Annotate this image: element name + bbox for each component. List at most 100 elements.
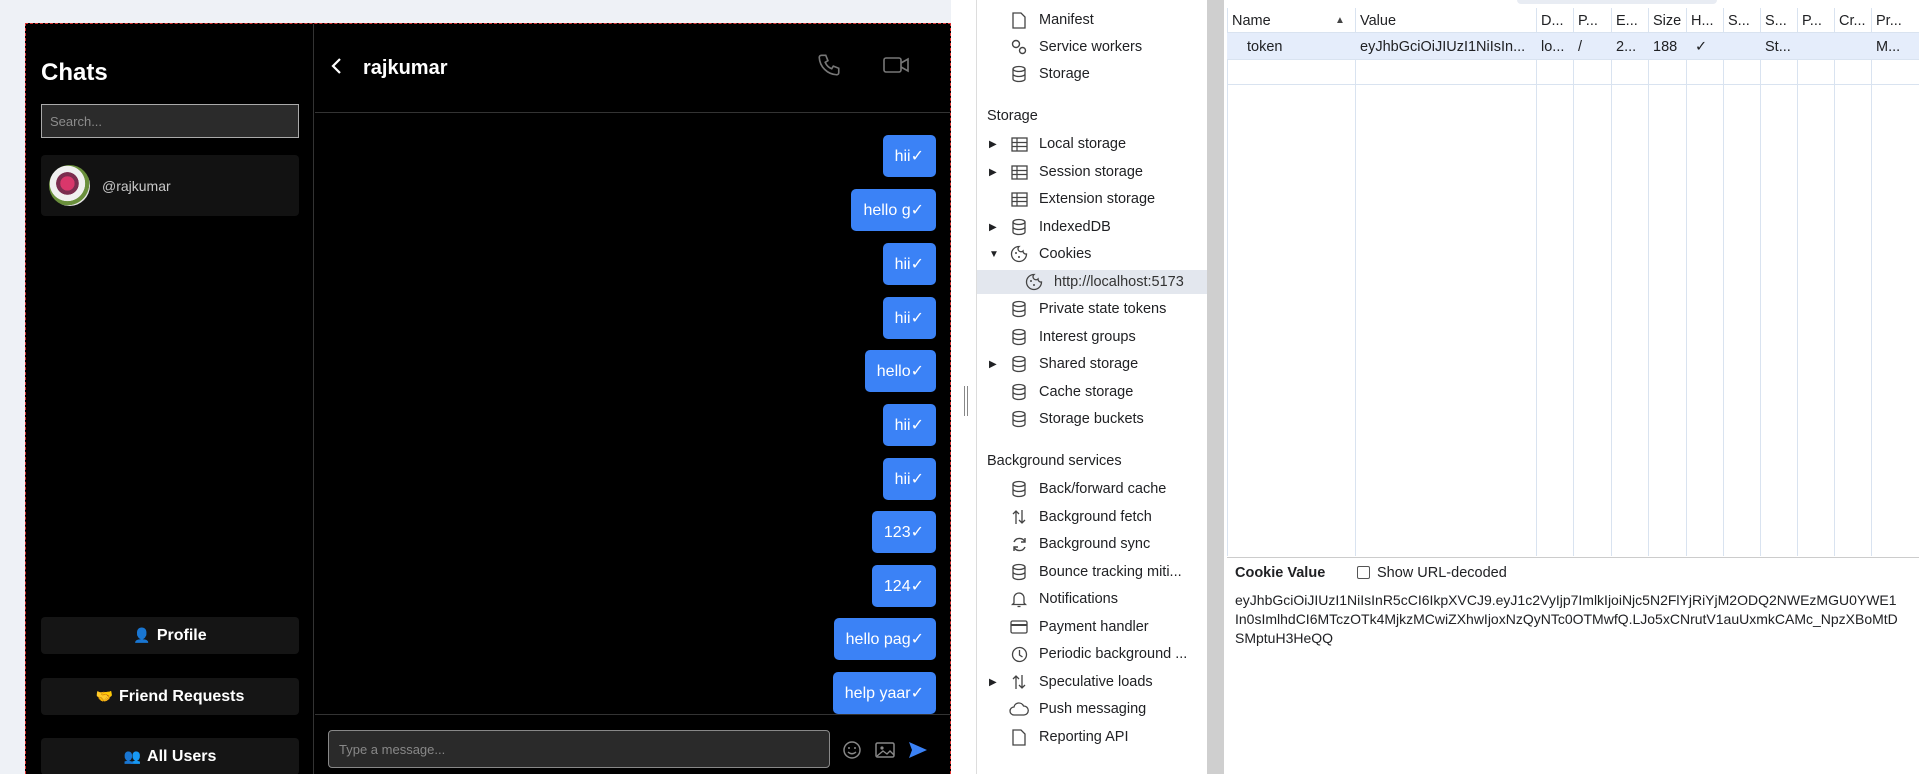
tree-item-interest-groups[interactable]: Interest groups xyxy=(977,325,1207,349)
column-header-name[interactable]: Name ▲ xyxy=(1227,10,1355,32)
tree-item-session-storage[interactable]: ▶ Session storage xyxy=(977,160,1207,184)
back-arrow-icon[interactable] xyxy=(329,56,345,76)
tree-item-storage-buckets[interactable]: Storage buckets xyxy=(977,407,1207,431)
profile-button-label: Profile xyxy=(156,626,207,644)
cookie-value-title: Cookie Value xyxy=(1235,565,1326,581)
up-down-arrows-icon xyxy=(1009,508,1029,526)
clock-icon xyxy=(1009,645,1029,663)
filter-bar-edge xyxy=(1477,0,1919,8)
expand-arrow-icon[interactable]: ▶ xyxy=(989,359,997,370)
column-header-partition-key[interactable]: P... xyxy=(1797,10,1834,32)
storage-section-heading: Storage xyxy=(987,108,1038,124)
column-header-priority[interactable]: Pr... xyxy=(1871,10,1911,32)
message-bubble: hello pag✓ xyxy=(833,618,936,660)
show-url-decoded-checkbox[interactable] xyxy=(1357,566,1370,579)
tree-item-notifications[interactable]: Notifications xyxy=(977,587,1207,611)
video-call-icon[interactable] xyxy=(882,54,910,76)
cookie-value-text: eyJhbGciOiJIUzI1NiIsInR5cCI6IkpXVCJ9.eyJ… xyxy=(1235,592,1898,646)
tree-item-reporting-api[interactable]: Reporting API xyxy=(977,725,1207,749)
friend-requests-button[interactable]: 🤝 Friend Requests xyxy=(41,678,299,715)
column-header-httponly[interactable]: H... xyxy=(1686,10,1723,32)
sort-ascending-icon: ▲ xyxy=(1335,15,1345,26)
cookie-domain-cell: lo... xyxy=(1541,39,1565,55)
tree-item-shared-storage[interactable]: ▶ Shared storage xyxy=(977,352,1207,376)
column-divider[interactable] xyxy=(1871,8,1872,556)
column-header-secure[interactable]: S... xyxy=(1723,10,1760,32)
tree-item-cache-storage[interactable]: Cache storage xyxy=(977,380,1207,404)
cookie-partition-cell xyxy=(1797,36,1834,58)
tree-item-local-storage[interactable]: ▶ Local storage xyxy=(977,132,1207,156)
tree-item-push-messaging[interactable]: Push messaging xyxy=(977,697,1207,721)
column-divider[interactable] xyxy=(1611,8,1612,556)
resize-grip[interactable] xyxy=(964,386,968,416)
column-header-value[interactable]: Value xyxy=(1355,10,1536,32)
column-divider[interactable] xyxy=(1686,8,1687,556)
tree-item-bounce-tracking[interactable]: Bounce tracking miti... xyxy=(977,560,1207,584)
tree-item-periodic-background-sync[interactable]: Periodic background ... xyxy=(977,642,1207,666)
table-icon xyxy=(1009,190,1029,208)
column-header-path[interactable]: P... xyxy=(1573,10,1611,32)
tree-item-background-sync[interactable]: Background sync xyxy=(977,532,1207,556)
emoji-icon[interactable] xyxy=(842,740,862,760)
message-input[interactable] xyxy=(328,730,830,768)
tree-item-cookie-origin[interactable]: http://localhost:5173 xyxy=(977,270,1207,294)
cookie-name-cell: token xyxy=(1247,39,1283,55)
column-divider xyxy=(1227,8,1228,556)
message-bubble: 123✓ xyxy=(871,511,936,553)
tree-item-payment-handler[interactable]: Payment handler xyxy=(977,615,1207,639)
tree-item-speculative-loads[interactable]: ▶ Speculative loads xyxy=(977,670,1207,694)
cookie-size-cell: 188 xyxy=(1653,39,1678,55)
tree-item-private-state-tokens[interactable]: Private state tokens xyxy=(977,297,1207,321)
column-divider[interactable] xyxy=(1536,8,1537,556)
tree-item-manifest[interactable]: Manifest xyxy=(977,8,1207,32)
phone-call-icon[interactable] xyxy=(816,52,842,78)
column-header-expires[interactable]: E... xyxy=(1611,10,1648,32)
message-bubble: hello g✓ xyxy=(851,189,936,231)
expand-arrow-icon[interactable]: ▶ xyxy=(989,677,997,688)
tree-item-service-workers[interactable]: Service workers xyxy=(977,35,1207,59)
column-divider[interactable] xyxy=(1355,8,1356,556)
expand-arrow-icon[interactable]: ▶ xyxy=(989,167,997,178)
column-header-domain[interactable]: D... xyxy=(1536,10,1573,32)
profile-button[interactable]: 👤 Profile xyxy=(41,617,299,654)
show-url-decoded-label[interactable]: Show URL-decoded xyxy=(1377,565,1507,581)
tree-item-background-fetch[interactable]: Background fetch xyxy=(977,505,1207,529)
contact-handle: @rajkumar xyxy=(102,177,171,194)
column-header-cross-site[interactable]: Cr... xyxy=(1834,10,1871,32)
database-icon xyxy=(1009,328,1029,346)
contact-item-rajkumar[interactable]: @rajkumar xyxy=(41,155,299,216)
column-divider[interactable] xyxy=(1834,8,1835,556)
expand-arrow-icon[interactable]: ▶ xyxy=(989,139,997,150)
message-bubble: hii✓ xyxy=(882,135,936,177)
column-divider[interactable] xyxy=(1760,8,1761,556)
column-divider[interactable] xyxy=(1723,8,1724,556)
sidebar-scrollbar[interactable] xyxy=(1207,0,1224,774)
chat-header: rajkumar xyxy=(315,24,950,113)
send-icon[interactable] xyxy=(907,739,929,761)
table-icon xyxy=(1009,163,1029,181)
tree-item-back-forward-cache[interactable]: Back/forward cache xyxy=(977,477,1207,501)
tree-item-cookies[interactable]: ▼ Cookies xyxy=(977,242,1207,266)
cookie-icon xyxy=(1024,273,1044,291)
column-divider[interactable] xyxy=(1797,8,1798,556)
all-users-button-label: All Users xyxy=(147,747,217,765)
message-bubble: 124✓ xyxy=(871,565,936,607)
expand-arrow-icon[interactable]: ▶ xyxy=(989,222,997,233)
tree-item-extension-storage[interactable]: Extension storage xyxy=(977,187,1207,211)
tree-item-storage-overview[interactable]: Storage xyxy=(977,62,1207,86)
column-divider[interactable] xyxy=(1648,8,1649,556)
image-icon[interactable] xyxy=(874,740,896,760)
chat-sidebar: Chats @rajkumar 👤 Profile 🤝 Friend Reque… xyxy=(26,24,314,774)
cookie-priority-cell: M... xyxy=(1876,39,1901,55)
database-icon xyxy=(1009,218,1029,236)
column-header-size[interactable]: Size xyxy=(1648,10,1686,32)
search-input[interactable] xyxy=(41,104,299,138)
cookie-httponly-cell: ✓ xyxy=(1695,39,1708,55)
collapse-arrow-icon[interactable]: ▼ xyxy=(989,249,999,260)
all-users-button[interactable]: 👥 All Users xyxy=(41,738,299,774)
tree-item-indexeddb[interactable]: ▶ IndexedDB xyxy=(977,215,1207,239)
chat-contact-name: rajkumar xyxy=(363,57,448,79)
column-header-samesite[interactable]: S... xyxy=(1760,10,1797,32)
column-divider[interactable] xyxy=(1573,8,1574,556)
message-bubble: help yaar✓ xyxy=(832,672,936,714)
